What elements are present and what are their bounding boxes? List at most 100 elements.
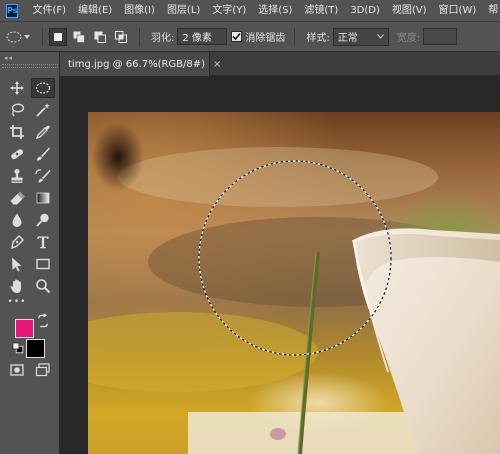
- checkmark-icon: [232, 32, 241, 41]
- move-tool[interactable]: [5, 78, 29, 98]
- options-bar: 羽化: 2 像素 消除锯齿 样式: 正常 宽度:: [0, 22, 500, 52]
- style-label: 样式:: [306, 33, 330, 44]
- divider: [294, 27, 296, 46]
- collapse-panel-button[interactable]: ◂◂: [4, 54, 13, 62]
- menu-window[interactable]: 窗口(W): [433, 0, 483, 22]
- menu-help[interactable]: 帮: [482, 0, 500, 22]
- swap-colors-button[interactable]: [36, 313, 50, 328]
- eyedropper-tool[interactable]: [31, 122, 55, 142]
- type-icon: [37, 236, 49, 249]
- spot-healing-tool[interactable]: [5, 144, 29, 164]
- menu-type[interactable]: 文字(Y): [206, 0, 252, 22]
- menu-filter[interactable]: 滤镜(T): [298, 0, 344, 22]
- dodge-icon: [36, 213, 49, 227]
- blur-drop-icon: [12, 213, 22, 227]
- quick-mask-icon: [10, 364, 24, 376]
- menu-bar: Ps 文件(F) 编辑(E) 图像(I) 图层(L) 文字(Y) 选择(S) 滤…: [0, 0, 500, 22]
- width-input[interactable]: [423, 28, 458, 45]
- add-selection-icon: [73, 31, 85, 43]
- tools-panel: ◂◂ •••: [0, 52, 60, 454]
- subtract-from-selection-button[interactable]: [91, 28, 109, 46]
- subtract-selection-icon: [94, 31, 106, 43]
- antialias-label: 消除锯齿: [245, 33, 286, 44]
- tool-preset-picker[interactable]: [0, 26, 36, 48]
- gradient-tool[interactable]: [31, 188, 55, 208]
- document-canvas[interactable]: [88, 112, 500, 454]
- arrow-cursor-icon: [12, 257, 22, 272]
- menu-image[interactable]: 图像(I): [118, 0, 161, 22]
- gradient-icon: [36, 192, 50, 204]
- default-colors-icon: [12, 342, 24, 354]
- feather-input[interactable]: 2 像素: [177, 28, 228, 45]
- menu-file[interactable]: 文件(F): [26, 0, 72, 22]
- photo-image: [88, 112, 500, 454]
- lasso-tool[interactable]: [5, 100, 29, 120]
- width-label: 宽度:: [396, 33, 421, 44]
- magic-wand-icon: [36, 103, 50, 117]
- lasso-icon: [11, 103, 25, 117]
- more-icon: •••: [7, 297, 27, 307]
- antialias-checkbox[interactable]: [231, 31, 243, 42]
- style-value: 正常: [337, 33, 358, 44]
- document-tab-bar: timg.jpg @ 66.7%(RGB/8#) ×: [60, 52, 500, 76]
- rectangle-tool[interactable]: [31, 254, 55, 274]
- menu-layer[interactable]: 图层(L): [161, 0, 206, 22]
- rectangle-icon: [36, 258, 50, 270]
- screen-mode-icon: [35, 363, 50, 377]
- crop-tool[interactable]: [5, 122, 29, 142]
- new-selection-button[interactable]: [49, 27, 67, 46]
- chevron-down-icon: [24, 34, 30, 39]
- menu-select[interactable]: 选择(S): [252, 0, 298, 22]
- default-colors-button[interactable]: [12, 342, 24, 354]
- brush-tool[interactable]: [31, 144, 55, 164]
- intersect-selection-icon: [115, 30, 127, 43]
- magic-wand-tool[interactable]: [31, 100, 55, 120]
- zoom-tool[interactable]: [31, 276, 55, 296]
- elliptical-marquee-icon: [35, 82, 51, 94]
- eyedropper-icon: [35, 125, 50, 140]
- background-color-swatch[interactable]: [26, 339, 45, 358]
- path-selection-tool[interactable]: [5, 254, 29, 274]
- foreground-color-swatch[interactable]: [15, 319, 34, 338]
- canvas-area[interactable]: [60, 76, 500, 454]
- pen-tool[interactable]: [5, 232, 29, 252]
- divider: [42, 27, 43, 46]
- eraser-tool[interactable]: [5, 188, 29, 208]
- history-brush-icon: [35, 169, 51, 183]
- document-tab-title: timg.jpg @ 66.7%(RGB/8#): [68, 58, 206, 70]
- intersect-selection-button[interactable]: [112, 28, 130, 46]
- blur-tool[interactable]: [5, 210, 29, 230]
- style-select[interactable]: 正常: [332, 27, 389, 46]
- type-tool[interactable]: [31, 232, 55, 252]
- document-tab[interactable]: timg.jpg @ 66.7%(RGB/8#) ×: [60, 52, 221, 76]
- move-icon: [10, 81, 24, 95]
- divider: [139, 27, 140, 46]
- chevron-down-icon: [376, 34, 384, 39]
- menu-3d[interactable]: 3D(D): [344, 0, 386, 22]
- clone-stamp-tool[interactable]: [5, 166, 29, 186]
- history-brush-tool[interactable]: [31, 166, 55, 186]
- screen-mode-button[interactable]: [31, 360, 55, 380]
- eraser-icon: [10, 191, 25, 205]
- add-to-selection-button[interactable]: [70, 28, 88, 46]
- edit-toolbar-button[interactable]: •••: [5, 294, 29, 310]
- bandage-icon: [11, 149, 24, 160]
- menu-edit[interactable]: 编辑(E): [72, 0, 118, 22]
- photoshop-logo: Ps: [6, 3, 19, 18]
- crop-icon: [10, 125, 24, 139]
- brush-icon: [37, 147, 50, 161]
- close-icon[interactable]: ×: [213, 59, 221, 70]
- elliptical-marquee-icon: [6, 31, 22, 42]
- dodge-tool[interactable]: [31, 210, 55, 230]
- swap-arrows-icon: [38, 313, 48, 328]
- elliptical-marquee-tool[interactable]: [31, 78, 55, 98]
- panel-grip[interactable]: [2, 64, 58, 68]
- new-selection-icon: [54, 32, 62, 41]
- magnifier-icon: [36, 279, 51, 294]
- stamp-icon: [11, 169, 23, 183]
- menu-view[interactable]: 视图(V): [386, 0, 433, 22]
- quick-mask-button[interactable]: [5, 360, 29, 380]
- feather-label: 羽化:: [151, 33, 175, 44]
- hand-tool[interactable]: [5, 276, 29, 296]
- hand-icon: [10, 279, 21, 293]
